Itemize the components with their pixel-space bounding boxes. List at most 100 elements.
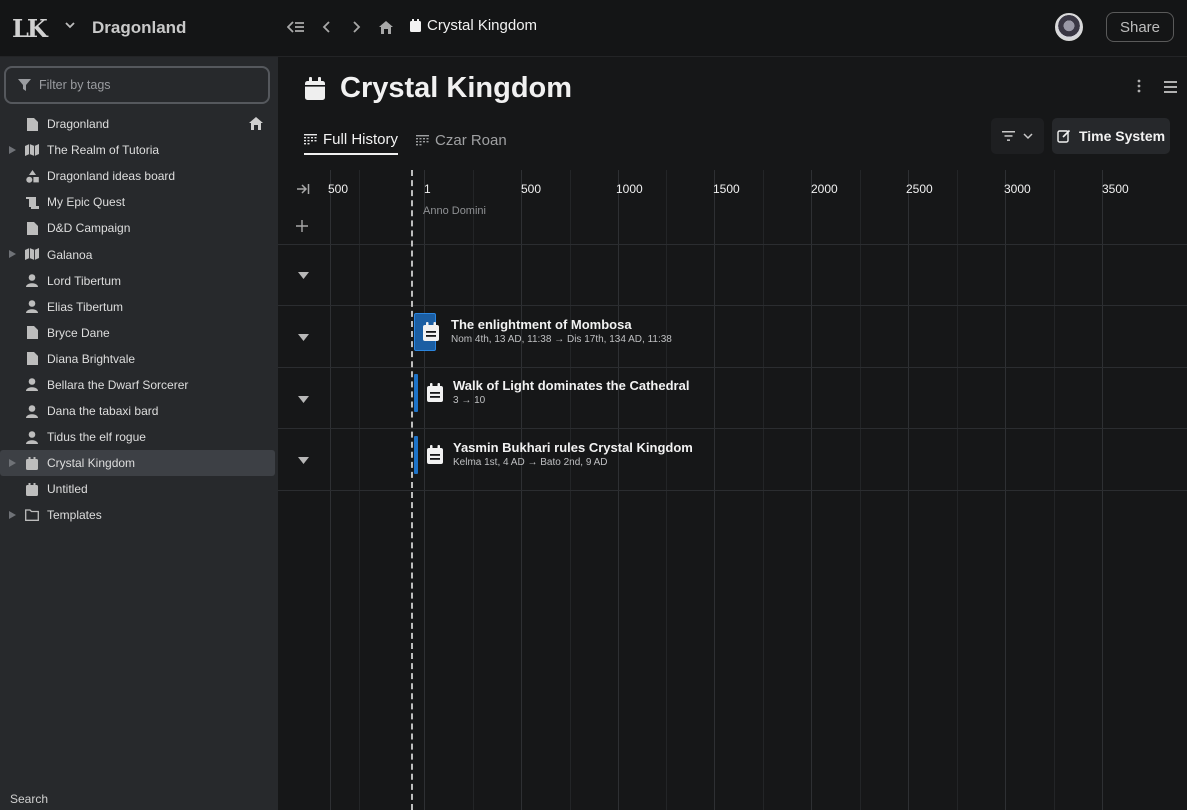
page-icon	[25, 221, 39, 235]
axis-tick-label: 2500	[906, 182, 933, 196]
expand-arrow-icon[interactable]	[9, 459, 16, 468]
collapse-row-icon[interactable]	[298, 266, 309, 284]
sidebar-item-d-d-campaign[interactable]: D&D Campaign	[0, 215, 278, 241]
timeline-icon	[416, 134, 430, 145]
collapse-sidebar-icon[interactable]	[287, 18, 305, 36]
expand-arrow-icon[interactable]	[9, 146, 16, 155]
sidebar-item-elias-tibertum[interactable]: Elias Tibertum	[0, 294, 278, 320]
sidebar-item-bryce-dane[interactable]: Bryce Dane	[0, 320, 278, 346]
page-title: Crystal Kingdom	[304, 72, 572, 105]
chevron-down-icon[interactable]	[63, 18, 77, 32]
menu-icon[interactable]	[1164, 81, 1177, 93]
time-system-button[interactable]: Time System	[1052, 118, 1170, 154]
shapes-icon	[25, 169, 39, 183]
tab-label: Full History	[323, 130, 399, 148]
tab-full-history[interactable]: Full History	[304, 125, 399, 155]
map-icon	[25, 143, 39, 157]
page-icon	[25, 326, 39, 340]
row-divider	[278, 305, 1187, 306]
expand-arrow-icon[interactable]	[9, 250, 16, 259]
event-marker	[414, 374, 418, 412]
axis-tick-label: 1000	[616, 182, 643, 196]
sidebar-item-the-realm-of-tutoria[interactable]: The Realm of Tutoria	[0, 137, 278, 163]
sidebar-item-label: The Realm of Tutoria	[47, 143, 160, 158]
event-date-range: Nom 4th, 13 AD, 11:38 → Dis 17th, 134 AD…	[451, 334, 672, 345]
filter-icon	[18, 79, 31, 91]
app-logo[interactable]: LK	[12, 14, 48, 43]
sidebar-tree: Dragonland The Realm of Tutoria Dragonland…	[0, 111, 278, 529]
calendar-icon	[305, 76, 325, 100]
person-icon	[25, 404, 39, 418]
sidebar-item-label: Tidus the elf rogue	[47, 430, 146, 445]
axis-tick-label: 3000	[1004, 182, 1031, 196]
add-row-icon[interactable]	[296, 219, 308, 237]
avatar[interactable]	[1055, 13, 1083, 41]
sidebar-item-label: Bellara the Dwarf Sorcerer	[47, 377, 189, 392]
home-icon[interactable]	[248, 116, 264, 131]
page-title-text: Crystal Kingdom	[340, 72, 573, 104]
sidebar-item-dana-the-tabaxi-bard[interactable]: Dana the tabaxi bard	[0, 398, 278, 424]
sidebar-item-label: Bryce Dane	[47, 325, 110, 340]
tag-filter-input[interactable]: Filter by tags	[4, 66, 270, 104]
expand-arrow-icon[interactable]	[9, 511, 16, 520]
share-button[interactable]: Share	[1106, 12, 1174, 42]
sort-filter-button[interactable]	[991, 118, 1044, 154]
timeline[interactable]: 500 1 500 1000 1500 2000 2500 3000 3500 Anno Domi…	[278, 170, 1187, 810]
sidebar-item-crystal-kingdom[interactable]: Crystal Kingdom	[0, 450, 275, 477]
top-bar: LK Dragonland Crystal Kingdom Share	[0, 0, 1187, 57]
sidebar-item-label: Untitled	[47, 482, 88, 497]
axis-tick-label: 2000	[811, 182, 838, 196]
calendar-event-icon	[423, 322, 439, 341]
row-divider	[278, 428, 1187, 429]
sidebar-item-dragonland[interactable]: Dragonland	[0, 111, 278, 137]
breadcrumb-label: Crystal Kingdom	[427, 17, 538, 34]
person-icon	[25, 378, 39, 392]
page-icon	[25, 352, 39, 366]
event-title: Walk of Light dominates the Cathedral	[453, 378, 690, 393]
page-icon	[25, 117, 39, 131]
tab-czar-roan[interactable]: Czar Roan	[416, 125, 507, 155]
row-divider	[278, 367, 1187, 368]
view-tabs: Full History Czar Roan	[304, 125, 507, 155]
jump-to-end-icon[interactable]	[296, 182, 310, 200]
sidebar-item-label: Galanoa	[47, 247, 93, 262]
workspace-name[interactable]: Dragonland	[92, 18, 186, 38]
sidebar-item-bellara-the-dwarf-sorcerer[interactable]: Bellara the Dwarf Sorcerer	[0, 372, 278, 398]
timeline-event[interactable]: Yasmin Bukhari rules Crystal Kingdom Kelm…	[414, 436, 714, 476]
tab-label: Czar Roan	[435, 131, 507, 149]
folder-icon	[25, 508, 39, 522]
back-icon[interactable]	[318, 18, 336, 36]
event-date-range: 3 → 10	[453, 395, 486, 406]
collapse-row-icon[interactable]	[298, 451, 309, 469]
sidebar-item-label: Dragonland	[47, 117, 110, 132]
sidebar-item-label: My Epic Quest	[47, 195, 126, 210]
more-options-icon[interactable]	[1137, 79, 1141, 93]
chevron-down-icon	[1023, 133, 1033, 140]
sidebar-item-galanoa[interactable]: Galanoa	[0, 241, 278, 267]
sidebar-item-label: Elias Tibertum	[47, 299, 124, 314]
sidebar-item-untitled[interactable]: Untitled	[0, 476, 278, 502]
calendar-event-icon	[427, 445, 443, 464]
collapse-row-icon[interactable]	[298, 390, 309, 408]
breadcrumb[interactable]: Crystal Kingdom	[409, 17, 537, 34]
sidebar-item-my-epic-quest[interactable]: My Epic Quest	[0, 189, 278, 215]
sidebar-item-templates[interactable]: Templates	[0, 502, 278, 528]
forward-icon[interactable]	[347, 18, 365, 36]
calendar-icon	[25, 482, 39, 496]
person-icon	[25, 274, 39, 288]
home-icon[interactable]	[377, 18, 395, 36]
collapse-row-icon[interactable]	[298, 328, 309, 346]
search-link[interactable]: Search	[10, 792, 48, 806]
sidebar-item-diana-brightvale[interactable]: Diana Brightvale	[0, 346, 278, 372]
event-marker	[414, 436, 418, 474]
sidebar-item-lord-tibertum[interactable]: Lord Tibertum	[0, 268, 278, 294]
sidebar-item-dragonland-ideas-board[interactable]: Dragonland ideas board	[0, 163, 278, 189]
timeline-event[interactable]: Walk of Light dominates the Cathedral 3 →…	[414, 374, 714, 414]
calendar-icon	[25, 456, 39, 470]
event-title: Yasmin Bukhari rules Crystal Kingdom	[453, 440, 693, 455]
timeline-event[interactable]: The enlightment of Mombosa Nom 4th, 13 AD…	[414, 313, 714, 353]
era-label: Anno Domini	[423, 205, 486, 217]
sidebar-item-tidus-the-elf-rogue[interactable]: Tidus the elf rogue	[0, 424, 278, 450]
row-divider	[278, 490, 1187, 491]
timeline-icon	[304, 133, 317, 144]
